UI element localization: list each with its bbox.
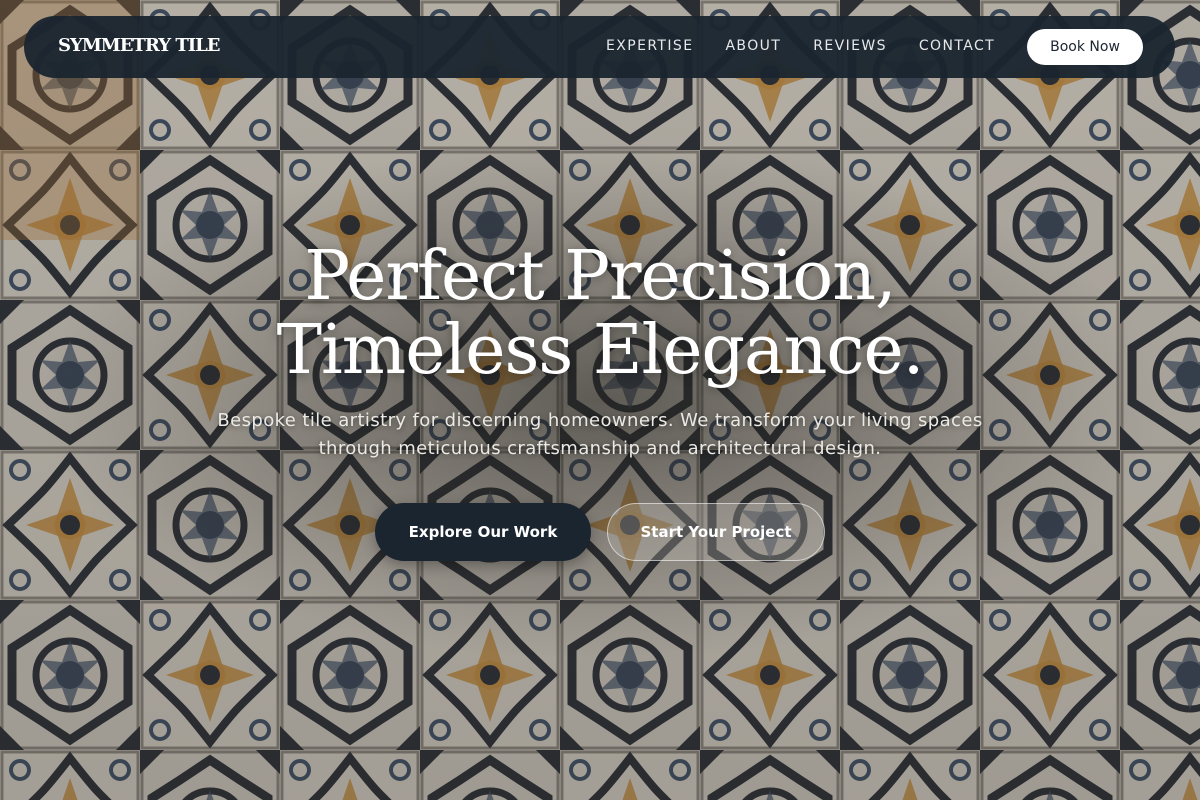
hero-subtitle: Bespoke tile artistry for discerning hom…: [180, 407, 1020, 463]
explore-work-button[interactable]: Explore Our Work: [375, 503, 591, 561]
nav-links: EXPERTISE ABOUT REVIEWS CONTACT: [606, 38, 995, 54]
hero-title-line1: Perfect Precision,: [304, 237, 896, 316]
hero-subtitle-line1: Bespoke tile artistry for discerning hom…: [217, 410, 983, 431]
hero-subtitle-line2: through meticulous craftsmanship and arc…: [318, 438, 882, 459]
top-nav: SYMMETRY TILE EXPERTISE ABOUT REVIEWS CO…: [24, 16, 1175, 78]
nav-link-contact[interactable]: CONTACT: [919, 38, 995, 54]
nav-link-reviews[interactable]: REVIEWS: [813, 38, 887, 54]
brand-logo[interactable]: SYMMETRY TILE: [58, 35, 221, 56]
book-now-button[interactable]: Book Now: [1027, 29, 1143, 65]
start-project-button[interactable]: Start Your Project: [607, 503, 825, 561]
hero-title: Perfect Precision, Timeless Elegance.: [0, 240, 1200, 388]
nav-link-about[interactable]: ABOUT: [725, 38, 781, 54]
hero-overlay: [0, 0, 1200, 800]
nav-link-expertise[interactable]: EXPERTISE: [606, 38, 693, 54]
hero-title-line2: Timeless Elegance.: [276, 311, 925, 390]
